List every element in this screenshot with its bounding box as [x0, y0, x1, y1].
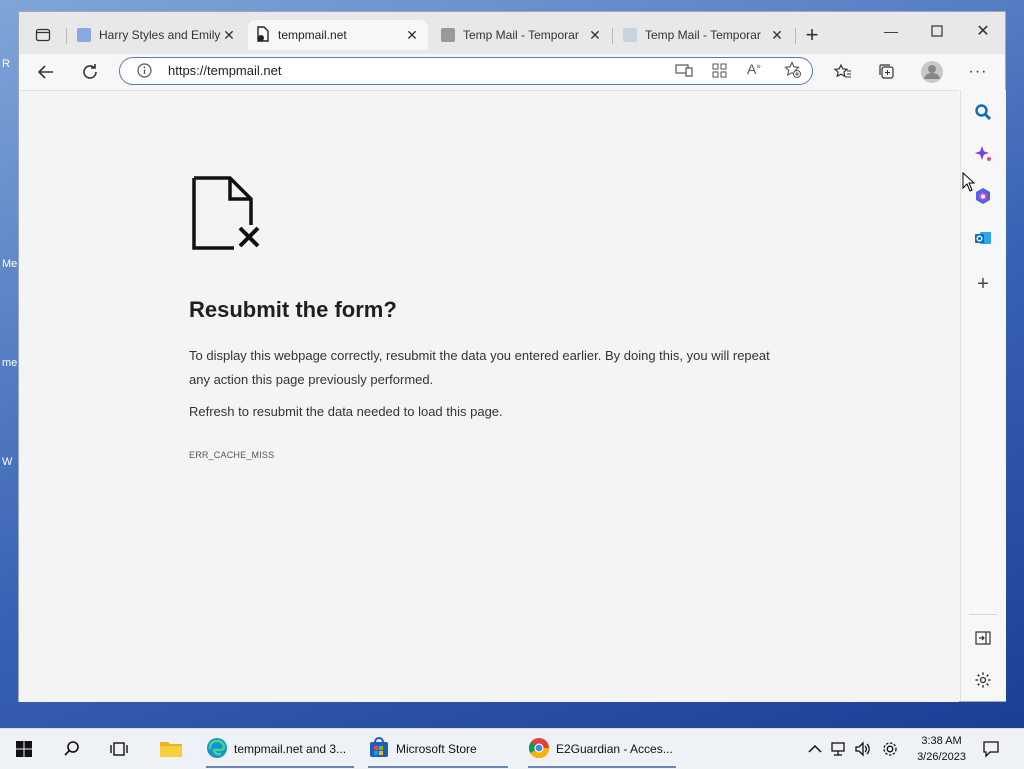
broken-document-icon [191, 175, 263, 256]
address-bar[interactable]: https://tempmail.net A» [119, 57, 813, 85]
outlook-icon[interactable] [969, 224, 997, 252]
tab-temp-mail-2[interactable]: Temp Mail - Temporar ✕ [615, 20, 793, 50]
desktop-icon-label[interactable]: R [2, 58, 10, 70]
store-icon [368, 736, 390, 762]
volume-icon[interactable] [849, 735, 877, 763]
error-code: ERR_CACHE_MISS [189, 450, 275, 460]
copilot-sparkle-icon[interactable] [969, 140, 997, 168]
close-tab-icon[interactable]: ✕ [769, 27, 785, 44]
desktop-icon-label[interactable]: me [2, 357, 17, 369]
mouse-cursor [962, 171, 976, 197]
hide-sidebar-icon[interactable] [969, 624, 997, 652]
edge-icon [206, 737, 228, 762]
search-icon[interactable] [58, 735, 86, 763]
tab-title: Temp Mail - Temporar [645, 28, 761, 42]
add-sidebar-app-icon[interactable]: + [969, 270, 997, 298]
tab-title: Temp Mail - Temporar [463, 28, 579, 42]
taskbar-app-edge[interactable]: tempmail.net and 3... [200, 729, 356, 769]
collections-icon[interactable] [873, 58, 901, 86]
add-favorite-icon[interactable] [784, 61, 802, 84]
maximize-button[interactable] [923, 17, 951, 45]
url-text[interactable]: https://tempmail.net [168, 63, 281, 78]
tab-strip: Harry Styles and Emily ✕ tempmail.net ✕ … [19, 12, 1005, 54]
new-tab-button[interactable]: + [798, 21, 826, 49]
profile-avatar[interactable] [918, 58, 946, 86]
page-favicon-icon [441, 28, 455, 42]
clock-time: 3:38 AM [921, 735, 962, 747]
task-view-icon[interactable] [105, 735, 133, 763]
close-tab-icon[interactable]: ✕ [587, 27, 603, 44]
search-icon[interactable] [969, 98, 997, 126]
error-description: To display this webpage correctly, resub… [189, 348, 770, 387]
file-explorer-icon[interactable] [157, 735, 185, 763]
favorites-icon[interactable] [829, 58, 857, 86]
desktop-icon-label[interactable]: Me [2, 258, 17, 270]
close-tab-icon[interactable]: ✕ [221, 27, 237, 44]
browser-window: Harry Styles and Emily ✕ tempmail.net ✕ … [18, 11, 1006, 702]
browser-toolbar: https://tempmail.net A» ··· [19, 54, 1005, 90]
taskbar-app-label: E2Guardian - Acces... [556, 742, 673, 756]
envelope-icon [623, 28, 637, 42]
taskbar-app-chrome[interactable]: E2Guardian - Acces... [522, 729, 682, 769]
more-options-icon[interactable]: ··· [964, 58, 992, 86]
tab-title: Harry Styles and Emily [99, 28, 221, 42]
page-title: Resubmit the form? [189, 297, 397, 322]
taskbar-app-store[interactable]: Microsoft Store [362, 729, 514, 769]
tab-harry-styles[interactable]: Harry Styles and Emily ✕ [69, 20, 245, 50]
clock-date: 3/26/2023 [917, 751, 966, 763]
tab-tempmail[interactable]: tempmail.net ✕ [248, 20, 428, 50]
windows-start-icon[interactable] [10, 735, 38, 763]
notification-icon[interactable] [977, 735, 1005, 763]
info-icon[interactable] [137, 63, 152, 83]
chrome-icon [528, 737, 550, 762]
page-content: Resubmit the form? To display this webpa… [19, 90, 959, 702]
page-favicon-icon [77, 28, 91, 42]
minimize-button[interactable]: — [877, 17, 905, 45]
tab-temp-mail-1[interactable]: Temp Mail - Temporar ✕ [433, 20, 611, 50]
settings-gear-icon[interactable] [876, 735, 904, 763]
sidebar-settings-icon[interactable] [969, 666, 997, 694]
grid-icon[interactable] [712, 63, 727, 83]
back-button[interactable] [32, 58, 60, 86]
refresh-button[interactable] [76, 58, 104, 86]
read-aloud-icon[interactable]: A» [747, 61, 761, 77]
error-hint: Refresh to resubmit the data needed to l… [189, 404, 503, 419]
taskbar-app-label: tempmail.net and 3... [234, 742, 347, 756]
tab-title: tempmail.net [278, 28, 347, 42]
tab-actions-icon[interactable] [29, 21, 57, 49]
app-available-icon[interactable] [675, 63, 693, 82]
taskbar-app-label: Microsoft Store [396, 742, 477, 756]
desktop-icon-label[interactable]: W [2, 456, 12, 468]
error-document-icon [256, 25, 270, 45]
close-tab-icon[interactable]: ✕ [404, 27, 420, 44]
system-clock[interactable]: 3:38 AM 3/26/2023 [917, 733, 966, 765]
taskbar: tempmail.net and 3... Microsoft Store E2… [0, 728, 1024, 769]
close-window-button[interactable]: ✕ [969, 17, 997, 45]
